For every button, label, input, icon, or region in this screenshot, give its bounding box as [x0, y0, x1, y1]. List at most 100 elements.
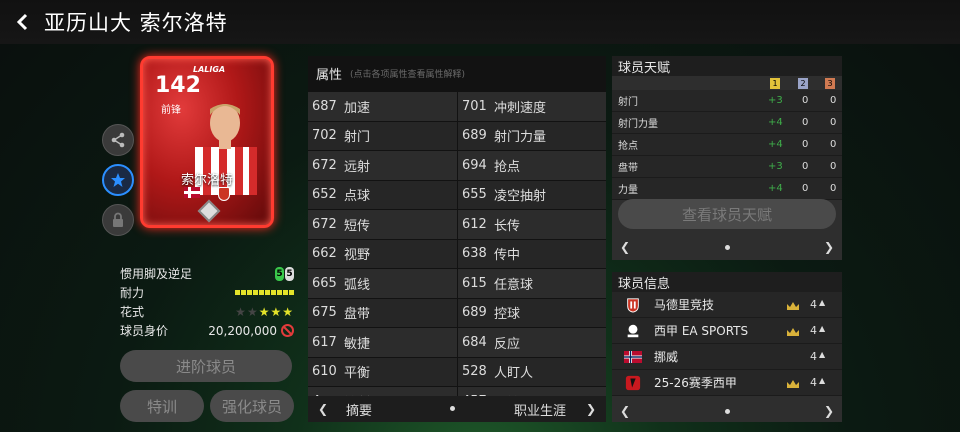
player-summary: 惯用脚及逆足 5 5 耐力 花式 ★★★★★ 球员身价 20,200,000	[120, 264, 294, 340]
attribute-value: 702	[312, 128, 337, 144]
attribute-cell[interactable]: 694 抢点	[457, 151, 606, 180]
talent-name: 盘带	[618, 163, 638, 174]
attribute-value: 684	[462, 334, 487, 350]
crown-icon	[786, 300, 800, 310]
attribute-name: 任意球	[494, 277, 534, 293]
attribute-value: 665	[312, 275, 337, 291]
attributes-panel: 属性 (点击各项属性查看属性解释) 687 加速 701 冲刺速度 702 射门 689 射门…	[308, 56, 606, 422]
value-row: 球员身价 20,200,000	[120, 321, 294, 340]
player-info-title: 球员信息	[612, 272, 842, 292]
summary-tab[interactable]: 摘要	[346, 400, 372, 419]
player-info-prev-arrow[interactable]: ❮	[620, 404, 630, 418]
talent-rows: 射门 +3 0 0 射门力量 +4 0 0 抢点 +4 0 0 盘带 +3 0 0 力量 +4 0 0	[612, 90, 842, 200]
talent-rank3-bonus: 0	[830, 117, 837, 128]
attribute-name: 冲刺速度	[494, 100, 547, 116]
attribute-name: 远射	[344, 159, 371, 175]
norway-flag-icon	[624, 348, 642, 366]
attribute-row: 652 点球 655 凌空抽射	[308, 180, 606, 210]
star-icon: ★	[282, 304, 294, 319]
attribute-cell[interactable]: 689 控球	[457, 298, 606, 327]
talent-prev-arrow[interactable]: ❮	[620, 240, 630, 254]
player-info-row[interactable]: 马德里竞技 4 ▲	[612, 292, 842, 318]
attribute-cell[interactable]: 689 射门力量	[457, 121, 606, 150]
lock-icon	[113, 212, 123, 227]
lock-button[interactable]	[102, 204, 134, 236]
advance-player-button[interactable]: 进阶球员	[120, 350, 292, 382]
crown-icon	[786, 378, 800, 388]
talent-row: 力量 +4 0 0	[612, 178, 842, 200]
talent-row: 射门力量 +4 0 0	[612, 112, 842, 134]
foot-label: 惯用脚及逆足	[120, 267, 193, 281]
share-button[interactable]	[102, 124, 134, 156]
player-info-page-dot	[724, 408, 730, 414]
attribute-value: 655	[462, 187, 487, 203]
attribute-cell[interactable]: 662 视野	[308, 239, 457, 268]
talent-next-arrow[interactable]: ❯	[824, 240, 834, 254]
attribute-cell[interactable]: 672 远射	[308, 151, 457, 180]
player-info-panel: 球员信息 马德里竞技 4 ▲ 西甲 EA SPORTS 4 ▲ 挪威 4 ▲ 25-26赛季西甲 4…	[612, 272, 842, 422]
no-trade-icon	[281, 324, 294, 337]
player-info-label: 挪威	[654, 350, 679, 364]
talent-pager: ❮ ❯	[612, 236, 842, 258]
talent-name: 抢点	[618, 141, 638, 152]
attribute-value: 689	[462, 128, 487, 144]
attribute-cell[interactable]: 684 反应	[457, 328, 606, 357]
attribute-value: 672	[312, 216, 337, 232]
attribute-cell[interactable]: 675 盘带	[308, 298, 457, 327]
attribute-cell[interactable]: 687 加速	[308, 92, 457, 121]
talent-row: 射门 +3 0 0	[612, 90, 842, 112]
career-tab[interactable]: 职业生涯	[514, 400, 566, 419]
attribute-cell[interactable]: 638 传中	[457, 239, 606, 268]
attribute-cell[interactable]: 528 人盯人	[457, 357, 606, 386]
talent-rank2-bonus: 0	[802, 117, 809, 128]
attribute-cell[interactable]: 702 射门	[308, 121, 457, 150]
attribute-cell[interactable]: 652 点球	[308, 180, 457, 209]
favorite-button[interactable]	[102, 164, 134, 196]
chemistry-count: 4	[810, 376, 817, 389]
next-page-arrow[interactable]: ❯	[586, 402, 596, 416]
back-button[interactable]	[0, 0, 44, 44]
norway-flag-icon	[184, 187, 200, 198]
attributes-header: 属性 (点击各项属性查看属性解释)	[308, 56, 606, 90]
attributes-grid: 687 加速 701 冲刺速度 702 射门 689 射门力量 672 远射 694 抢点 652 点球 6…	[308, 92, 606, 417]
attribute-name: 平衡	[344, 366, 371, 382]
attribute-name: 抢点	[494, 159, 521, 175]
player-info-row[interactable]: 西甲 EA SPORTS 4 ▲	[612, 318, 842, 344]
attribute-value: 687	[312, 98, 337, 114]
player-card[interactable]: LALIGA 142 前锋 索尔洛特	[140, 56, 274, 228]
page-dot	[450, 406, 455, 411]
prev-page-arrow[interactable]: ❮	[318, 402, 328, 416]
attribute-name: 盘带	[344, 307, 371, 323]
player-info-row[interactable]: 挪威 4 ▲	[612, 344, 842, 370]
chemistry-count: 4	[810, 350, 817, 363]
attribute-cell[interactable]: 615 任意球	[457, 269, 606, 298]
rank-2-badge: 2	[798, 78, 808, 89]
skill-label: 花式	[120, 305, 145, 319]
attribute-value: 528	[462, 364, 487, 380]
player-info-row[interactable]: 25-26赛季西甲 4 ▲	[612, 370, 842, 396]
chevron-up-icon: ▲	[819, 324, 826, 333]
talent-rank1-bonus: +4	[768, 183, 783, 194]
player-info-rows: 马德里竞技 4 ▲ 西甲 EA SPORTS 4 ▲ 挪威 4 ▲ 25-26赛季西甲 4 ▲	[612, 292, 842, 396]
attributes-title: 属性	[316, 67, 343, 83]
attribute-name: 控球	[494, 307, 521, 323]
attribute-cell[interactable]: 617 敏捷	[308, 328, 457, 357]
attribute-cell[interactable]: 612 长传	[457, 210, 606, 239]
foot-badge: 5 5	[275, 266, 294, 281]
talent-rank1-bonus: +4	[768, 139, 783, 150]
training-button[interactable]: 特训	[120, 390, 204, 422]
attribute-name: 短传	[344, 218, 371, 234]
upgrade-player-button[interactable]: 强化球员	[210, 390, 294, 422]
attribute-value: 694	[462, 157, 487, 173]
skill-row: 花式 ★★★★★	[120, 302, 294, 321]
attribute-name: 射门力量	[494, 130, 547, 146]
attribute-cell[interactable]: 610 平衡	[308, 357, 457, 386]
attribute-name: 射门	[344, 130, 371, 146]
attribute-cell[interactable]: 655 凌空抽射	[457, 180, 606, 209]
rank-1-badge: 1	[770, 78, 780, 89]
view-talent-button[interactable]: 查看球员天赋	[618, 199, 836, 229]
attribute-cell[interactable]: 672 短传	[308, 210, 457, 239]
attribute-cell[interactable]: 701 冲刺速度	[457, 92, 606, 121]
player-info-next-arrow[interactable]: ❯	[824, 404, 834, 418]
attribute-cell[interactable]: 665 弧线	[308, 269, 457, 298]
